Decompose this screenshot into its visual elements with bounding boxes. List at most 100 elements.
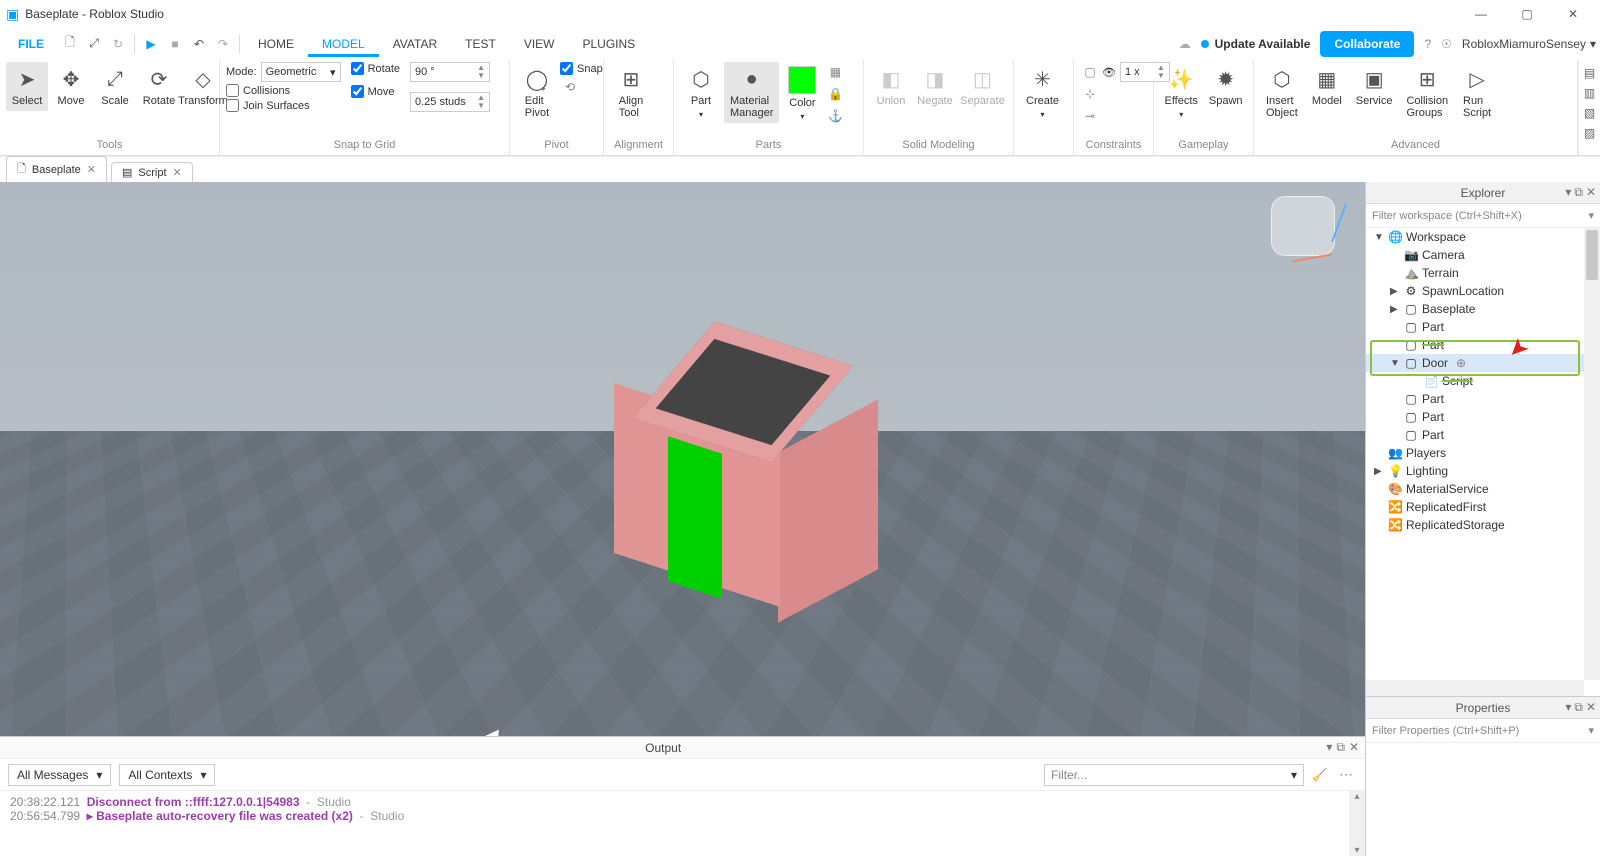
redo-arrow-icon[interactable]: ↻ xyxy=(107,33,129,55)
tab-home[interactable]: HOME xyxy=(244,31,308,57)
edit-pivot-button[interactable]: ◯͎Edit Pivot xyxy=(516,62,558,123)
side-toggle-3[interactable]: ▧ xyxy=(1584,106,1595,120)
rotate-snap-checkbox[interactable]: Rotate xyxy=(351,62,400,75)
tree-item[interactable]: 🔀 ReplicatedStorage xyxy=(1366,516,1600,534)
explorer-tree[interactable]: ▼ 🌐 Workspace 📷 Camera ⛰️ Terrain ▶ ⚙ Sp… xyxy=(1366,228,1600,696)
panel-pop-icon[interactable]: ⧉ xyxy=(1574,700,1583,715)
cloud-icon[interactable]: ☁ xyxy=(1179,37,1191,51)
explorer-hscroll[interactable] xyxy=(1366,680,1584,696)
expand-icon[interactable]: ▼ xyxy=(1374,232,1384,243)
material-manager-button[interactable]: ●Material Manager xyxy=(724,62,779,123)
play-icon[interactable]: ▶ xyxy=(140,33,162,55)
move-tool[interactable]: ✥Move xyxy=(50,62,92,111)
run-script-button[interactable]: ▷Run Script xyxy=(1456,62,1498,123)
details-icon[interactable]: ⊹ xyxy=(1080,84,1100,104)
tree-item[interactable]: ▼ ▢ Door ⊕ xyxy=(1366,354,1600,372)
transform-tool[interactable]: ◇Transform xyxy=(182,62,224,111)
explorer-filter[interactable]: Filter workspace (Ctrl+Shift+X)▾ xyxy=(1366,204,1600,228)
panel-close-icon[interactable]: ✕ xyxy=(1586,700,1596,715)
anchor-icon[interactable]: ⚓ xyxy=(825,106,845,126)
scale-tool[interactable]: ⤢Scale xyxy=(94,62,136,111)
output-close-icon[interactable]: ✕ xyxy=(1349,740,1359,755)
notifications-icon[interactable]: ☉ xyxy=(1441,37,1452,51)
tree-item[interactable]: 📄 Script xyxy=(1366,372,1600,390)
separate-button[interactable]: ◫Separate xyxy=(958,62,1007,111)
tree-item[interactable]: ▢ Part xyxy=(1366,318,1600,336)
open-file-icon[interactable]: ⤢ xyxy=(83,33,105,55)
panel-close-icon[interactable]: ✕ xyxy=(1586,185,1596,200)
doctab-script[interactable]: ▤Script✕ xyxy=(111,162,193,182)
side-toggle-2[interactable]: ▥ xyxy=(1584,86,1595,100)
redo-icon[interactable]: ↷ xyxy=(212,33,234,55)
close-tab-icon[interactable]: ✕ xyxy=(173,166,182,179)
tab-model[interactable]: MODEL xyxy=(308,31,379,57)
tree-item[interactable]: 👥 Players xyxy=(1366,444,1600,462)
create-button[interactable]: ✳Create▾ xyxy=(1020,62,1065,123)
output-scrollbar[interactable]: ▴▾ xyxy=(1349,791,1365,856)
maximize-button[interactable]: ▢ xyxy=(1504,0,1550,28)
add-child-icon[interactable]: ⊕ xyxy=(1456,356,1466,370)
properties-filter[interactable]: Filter Properties (Ctrl+Shift+P)▾ xyxy=(1366,719,1600,743)
help-icon[interactable]: ? xyxy=(1424,37,1431,51)
move-snap-checkbox[interactable]: Move xyxy=(351,85,400,98)
side-toggle-4[interactable]: ▨ xyxy=(1584,126,1595,140)
tab-plugins[interactable]: PLUGINS xyxy=(568,31,649,57)
model-button[interactable]: ▦Model xyxy=(1306,62,1348,111)
tab-view[interactable]: VIEW xyxy=(510,31,569,57)
union-button[interactable]: ◧Union xyxy=(870,62,912,111)
join-surfaces-checkbox[interactable]: Join Surfaces xyxy=(226,99,341,112)
part-button[interactable]: ⬡Part▾ xyxy=(680,62,722,123)
tab-avatar[interactable]: AVATAR xyxy=(379,31,451,57)
select-tool[interactable]: ➤Select xyxy=(6,62,48,111)
minimize-button[interactable]: ― xyxy=(1458,0,1504,28)
explorer-vscroll[interactable] xyxy=(1584,228,1600,680)
insert-object-button[interactable]: ⬡Insert Object xyxy=(1260,62,1304,123)
spawn-button[interactable]: ✹Spawn xyxy=(1204,62,1247,111)
expand-icon[interactable]: ▼ xyxy=(1390,358,1400,369)
lock-icon[interactable]: 🔒 xyxy=(825,84,845,104)
service-button[interactable]: ▣Service xyxy=(1350,62,1399,111)
doctab-baseplate[interactable]: 🗋Baseplate✕ xyxy=(6,156,107,182)
pivot-reset-icon[interactable]: ⟲ xyxy=(560,77,580,97)
tree-item[interactable]: ▢ Part xyxy=(1366,390,1600,408)
panel-min-icon[interactable]: ▾ xyxy=(1565,185,1571,200)
tree-item[interactable]: 🎨 MaterialService xyxy=(1366,480,1600,498)
contexts-filter[interactable]: All Contexts▾ xyxy=(119,764,215,786)
output-more-icon[interactable]: ⋯ xyxy=(1335,766,1357,783)
weld-icon[interactable]: ▢ xyxy=(1080,62,1100,82)
close-tab-icon[interactable]: ✕ xyxy=(87,163,96,176)
color-button[interactable]: Color▾ xyxy=(781,62,823,125)
file-menu[interactable]: FILE xyxy=(4,31,58,57)
messages-filter[interactable]: All Messages▾ xyxy=(8,764,111,786)
tree-item[interactable]: ▢ Part xyxy=(1366,408,1600,426)
output-filter-input[interactable]: Filter...▾ xyxy=(1044,764,1304,786)
output-maximize-icon[interactable]: ▾ xyxy=(1326,740,1332,755)
tree-item[interactable]: ▶ ⚙ SpawnLocation xyxy=(1366,282,1600,300)
collisions-checkbox[interactable]: Collisions xyxy=(226,84,341,97)
group-icon[interactable]: ▦ xyxy=(825,62,845,82)
tree-item[interactable]: ▢ Part xyxy=(1366,336,1600,354)
snap-pivot-checkbox[interactable]: Snap xyxy=(560,62,603,75)
clear-output-icon[interactable]: 🧹 xyxy=(1312,768,1327,782)
align-tool-button[interactable]: ⊞Align Tool xyxy=(610,62,652,123)
update-available[interactable]: Update Available xyxy=(1201,37,1311,51)
tree-item[interactable]: ⛰️ Terrain xyxy=(1366,264,1600,282)
output-body[interactable]: 20:38:22.121 Disconnect from ::ffff:127.… xyxy=(0,790,1365,856)
tree-item[interactable]: ▶ 💡 Lighting xyxy=(1366,462,1600,480)
mode-select[interactable]: Geometric▾ xyxy=(261,62,341,82)
rotate-snap-value[interactable]: 90 °▲▼ xyxy=(410,62,490,82)
collision-groups-button[interactable]: ⊞Collision Groups xyxy=(1400,62,1454,123)
close-button[interactable]: ✕ xyxy=(1550,0,1596,28)
user-menu[interactable]: RobloxMiamuroSensey ▾ xyxy=(1462,37,1596,51)
expand-icon[interactable]: ▶ xyxy=(1390,304,1400,315)
expand-icon[interactable]: ▶ xyxy=(1390,286,1400,297)
negate-button[interactable]: ◨Negate xyxy=(914,62,956,111)
tree-item[interactable]: 📷 Camera xyxy=(1366,246,1600,264)
viewport-3d[interactable]: ✺ xyxy=(0,182,1365,736)
tree-item[interactable]: ▢ Part xyxy=(1366,426,1600,444)
tree-item[interactable]: ▼ 🌐 Workspace xyxy=(1366,228,1600,246)
new-file-icon[interactable]: 🗋 xyxy=(59,33,81,55)
eye-icon[interactable]: 👁 xyxy=(1102,66,1116,79)
view-cube[interactable] xyxy=(1271,196,1335,256)
show-icon[interactable]: ⊸ xyxy=(1080,106,1100,126)
